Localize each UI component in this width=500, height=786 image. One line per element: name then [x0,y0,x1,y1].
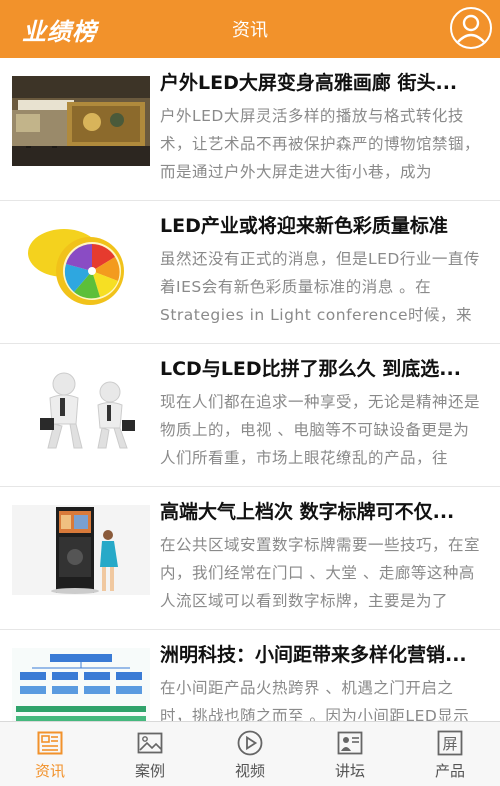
tab-news[interactable]: 资讯 [0,722,100,786]
tab-label: 产品 [434,762,465,780]
article-summary: 在公共区域安置数字标牌需要一些技巧，在室内，我们经常在门口 、大堂 、走廊等这种… [160,536,481,610]
article-summary: 在小间距产品火热跨界 、机遇之门开启之时，挑战也随之而至 。因为小间距LED显示 [160,679,470,721]
article-title[interactable]: LED产业或将迎来新色彩质量标准 [160,213,490,239]
play-icon [237,730,263,756]
article-item[interactable]: 洲明科技：小间距带来多样化营销... 在小间距产品火热跨界 、机遇之门开启之时，… [0,630,500,721]
screen-icon: 屏 [437,730,463,756]
article-item[interactable]: 高端大气上档次 数字标牌可不仅... 在公共区域安置数字标牌需要一些技巧，在室内… [0,487,500,630]
user-icon [456,14,486,44]
user-avatar-button[interactable] [450,7,492,49]
tab-label: 案例 [134,762,165,780]
rainbow-lemon-image [12,219,150,309]
article-item[interactable]: LCD与LED比拼了那么久 到底选... 现在人们都在追求一种享受，无论是精神还… [0,344,500,487]
news-icon [37,731,63,755]
lecture-icon [337,731,363,755]
tab-label: 讲坛 [334,762,365,780]
article-title[interactable]: 洲明科技：小间距带来多样化营销... [160,642,490,668]
tab-products[interactable]: 屏 产品 [400,722,500,786]
tab-lectures[interactable]: 讲坛 [300,722,400,786]
article-title[interactable]: 户外LED大屏变身高雅画廊 街头... [160,70,490,96]
svg-text:屏: 屏 [442,735,457,753]
article-title[interactable]: LCD与LED比拼了那么久 到底选... [160,356,490,382]
tab-label: 资讯 [34,762,65,780]
article-summary: 虽然还没有正式的消息，但是LED行业一直传着IES会有新色彩质量标准的消息 。在… [160,250,480,324]
tab-videos[interactable]: 视频 [200,722,300,786]
article-list[interactable]: 户外LED大屏变身高雅画廊 街头... 户外LED大屏灵活多样的播放与格式转化技… [0,58,500,721]
image-icon [137,732,163,754]
article-item[interactable]: 户外LED大屏变身高雅画廊 街头... 户外LED大屏灵活多样的播放与格式转化技… [0,58,500,201]
page-title: 资讯 [232,20,268,41]
digital-signage-image [12,505,150,595]
article-item[interactable]: LED产业或将迎来新色彩质量标准 虽然还没有正式的消息，但是LED行业一直传着I… [0,201,500,344]
tab-cases[interactable]: 案例 [100,722,200,786]
flowchart-image [12,648,150,721]
tab-label: 视频 [234,762,265,780]
bottom-tab-bar: 资讯 案例 视频 讲坛 屏 产品 [0,721,500,786]
article-title[interactable]: 高端大气上档次 数字标牌可不仅... [160,499,490,525]
metro-gallery-image [12,76,150,166]
top-bar: 业绩榜 资讯 [0,0,500,58]
article-summary: 户外LED大屏灵活多样的播放与格式转化技术，让艺术品不再被保护森严的博物馆禁锢，… [160,107,481,181]
article-summary: 现在人们都在追求一种享受，无论是精神还是物质上的，电视 、电脑等不可缺设备更是为… [160,393,481,467]
businessmen-3d-image [12,362,150,452]
